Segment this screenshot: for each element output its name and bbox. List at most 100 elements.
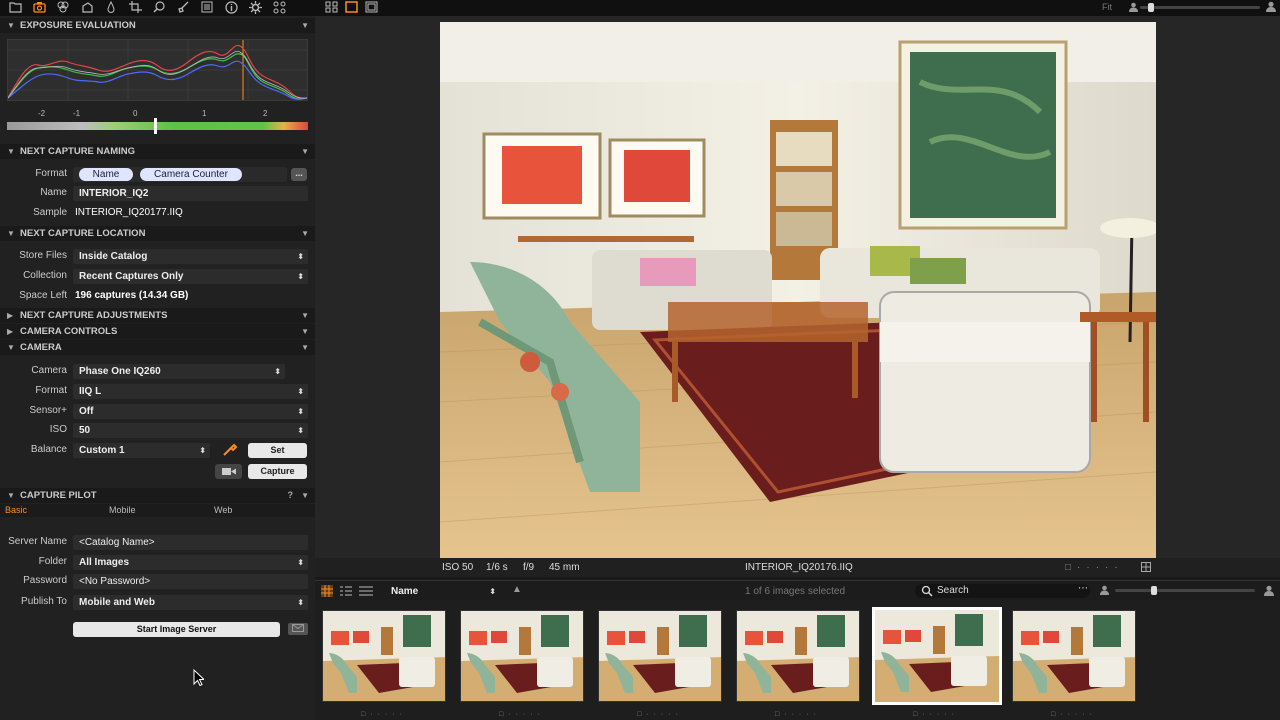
next-capture-location-header[interactable]: ▼ NEXT CAPTURE LOCATION ▼: [0, 226, 315, 241]
capture-pilot-header[interactable]: ▼ CAPTURE PILOT ? ▼: [0, 488, 315, 503]
image-browser: □····· □····· □····· □····· □····· □·····: [315, 600, 1280, 720]
thumbnail[interactable]: [322, 610, 446, 702]
thumbnail-rating-dots[interactable]: □·····: [598, 711, 722, 718]
section-menu-icon[interactable]: ▼: [301, 324, 309, 339]
ev-tick-label: 0: [133, 109, 138, 118]
folder-icon[interactable]: [8, 1, 22, 15]
publish-to-select[interactable]: Mobile and Web ⬍: [73, 595, 308, 610]
info-icon[interactable]: [224, 1, 238, 15]
thumbnail[interactable]: [1012, 610, 1136, 702]
select-arrows-icon: ⬍: [297, 407, 304, 416]
list-mode-icon[interactable]: [340, 585, 352, 600]
section-menu-icon[interactable]: ▼: [301, 18, 309, 33]
thumbnail-rating-dots[interactable]: □·····: [736, 711, 860, 718]
zoom-slider-track[interactable]: [1140, 6, 1260, 9]
search-options-icon[interactable]: ⋯: [1078, 583, 1090, 595]
section-menu-icon[interactable]: ▼: [301, 308, 309, 323]
select-arrows-icon: ⬍: [297, 426, 304, 435]
thumbnail[interactable]: [872, 607, 1002, 705]
thumbnail-rating-dots[interactable]: □·····: [874, 711, 998, 718]
folder-select[interactable]: All Images ⬍: [73, 555, 308, 570]
image-viewer: ISO 50 1/6 s f/9 45 mm INTERIOR_IQ20176.…: [315, 16, 1280, 577]
filmstrip-mode-icon[interactable]: [359, 585, 373, 600]
section-menu-icon[interactable]: ▼: [301, 340, 309, 355]
camera-select[interactable]: Phase One IQ260 ⬍: [73, 364, 285, 379]
folder-value: All Images: [79, 557, 130, 568]
balance-select[interactable]: Custom 1 ⬍: [73, 443, 210, 458]
select-arrows-icon: ⬍: [297, 387, 304, 396]
tab-basic[interactable]: Basic: [5, 504, 27, 517]
color-balance-icon[interactable]: [56, 1, 70, 15]
viewer-grid-toggle-icon[interactable]: [1141, 562, 1151, 575]
collection-label: Collection: [23, 270, 67, 281]
single-view-icon[interactable]: [344, 1, 358, 15]
sensor-plus-label: Sensor+: [29, 405, 67, 416]
exposure-evaluation-header[interactable]: ▼ EXPOSURE EVALUATION ▼: [0, 18, 315, 33]
set-balance-button[interactable]: Set: [248, 443, 307, 458]
user-icon: [1128, 1, 1138, 15]
email-button[interactable]: [288, 623, 308, 635]
sample-label: Sample: [33, 207, 67, 218]
rating-dots[interactable]: □·····: [1065, 562, 1124, 573]
store-files-select[interactable]: Inside Catalog ⬍: [73, 249, 308, 264]
next-capture-naming-header[interactable]: ▼ NEXT CAPTURE NAMING ▼: [0, 144, 315, 159]
metadata-icon[interactable]: [200, 1, 214, 15]
camera-header[interactable]: ▼ CAMERA ▼: [0, 340, 315, 355]
live-view-button[interactable]: [215, 464, 242, 479]
sort-select[interactable]: Name ⬍: [385, 584, 500, 599]
gear-icon[interactable]: [248, 1, 262, 15]
section-title: CAMERA: [20, 342, 62, 353]
token-name[interactable]: Name: [79, 168, 133, 181]
fullscreen-icon[interactable]: [364, 1, 378, 15]
thumbnail-rating-dots[interactable]: □·····: [460, 711, 584, 718]
format-label: Format: [35, 168, 67, 179]
exposure-meter-bar: [7, 122, 308, 130]
section-title: CAMERA CONTROLS: [20, 326, 118, 337]
zoom-slider-handle[interactable]: [1148, 3, 1154, 12]
name-label: Name: [40, 187, 67, 198]
tab-web[interactable]: Web: [214, 504, 232, 517]
thumbnail-rating-dots[interactable]: □·····: [1012, 711, 1136, 718]
zoom-fit-label[interactable]: Fit: [1102, 2, 1112, 12]
camera-icon[interactable]: [32, 1, 46, 15]
browser-search[interactable]: Search: [915, 584, 1090, 598]
thumbnail[interactable]: [598, 610, 722, 702]
iso-select[interactable]: 50 ⬍: [73, 423, 308, 438]
start-image-server-button[interactable]: Start Image Server: [73, 622, 280, 637]
capture-button[interactable]: Capture: [248, 464, 307, 479]
thumbnail-size-handle[interactable]: [1151, 586, 1157, 595]
help-icon[interactable]: ?: [288, 488, 294, 503]
grid-mode-icon[interactable]: [321, 585, 333, 600]
thumbnail[interactable]: [460, 610, 584, 702]
batch-icon[interactable]: [272, 1, 286, 15]
sensor-plus-select[interactable]: Off ⬍: [73, 404, 308, 419]
collection-select[interactable]: Recent Captures Only ⬍: [73, 269, 308, 284]
eyedropper-icon[interactable]: [222, 441, 238, 460]
sort-direction-icon[interactable]: ▲: [512, 584, 522, 595]
camera-format-select[interactable]: IIQ L ⬍: [73, 384, 308, 399]
main-photo[interactable]: [440, 22, 1156, 558]
next-capture-adjustments-header[interactable]: ▶ NEXT CAPTURE ADJUSTMENTS ▼: [0, 308, 315, 323]
thumbnail-size-slider[interactable]: [1115, 589, 1255, 592]
camera-value: Phase One IQ260: [79, 366, 161, 377]
grid-view-icon[interactable]: [324, 1, 338, 15]
drop-icon[interactable]: [104, 0, 118, 15]
camera-controls-header[interactable]: ▶ CAMERA CONTROLS ▼: [0, 324, 315, 339]
mouse-cursor-icon: [193, 668, 206, 689]
section-menu-icon[interactable]: ▼: [301, 144, 309, 159]
shape-icon[interactable]: [80, 1, 94, 15]
thumbnail[interactable]: [736, 610, 860, 702]
thumbnail-rating-dots[interactable]: □·····: [322, 711, 446, 718]
brush-icon[interactable]: [176, 1, 190, 15]
format-more-button[interactable]: ...: [291, 168, 307, 181]
token-camera-counter[interactable]: Camera Counter: [140, 168, 242, 181]
section-title: EXPOSURE EVALUATION: [20, 20, 136, 31]
crop-icon[interactable]: [128, 1, 142, 15]
magnifier-icon[interactable]: [152, 1, 166, 15]
tab-mobile[interactable]: Mobile: [109, 504, 136, 517]
section-menu-icon[interactable]: ▼: [301, 226, 309, 241]
section-menu-icon[interactable]: ▼: [301, 488, 309, 503]
password-input[interactable]: <No Password>: [73, 574, 308, 589]
name-input[interactable]: INTERIOR_IQ2: [73, 186, 308, 201]
server-name-input[interactable]: <Catalog Name>: [73, 535, 308, 550]
